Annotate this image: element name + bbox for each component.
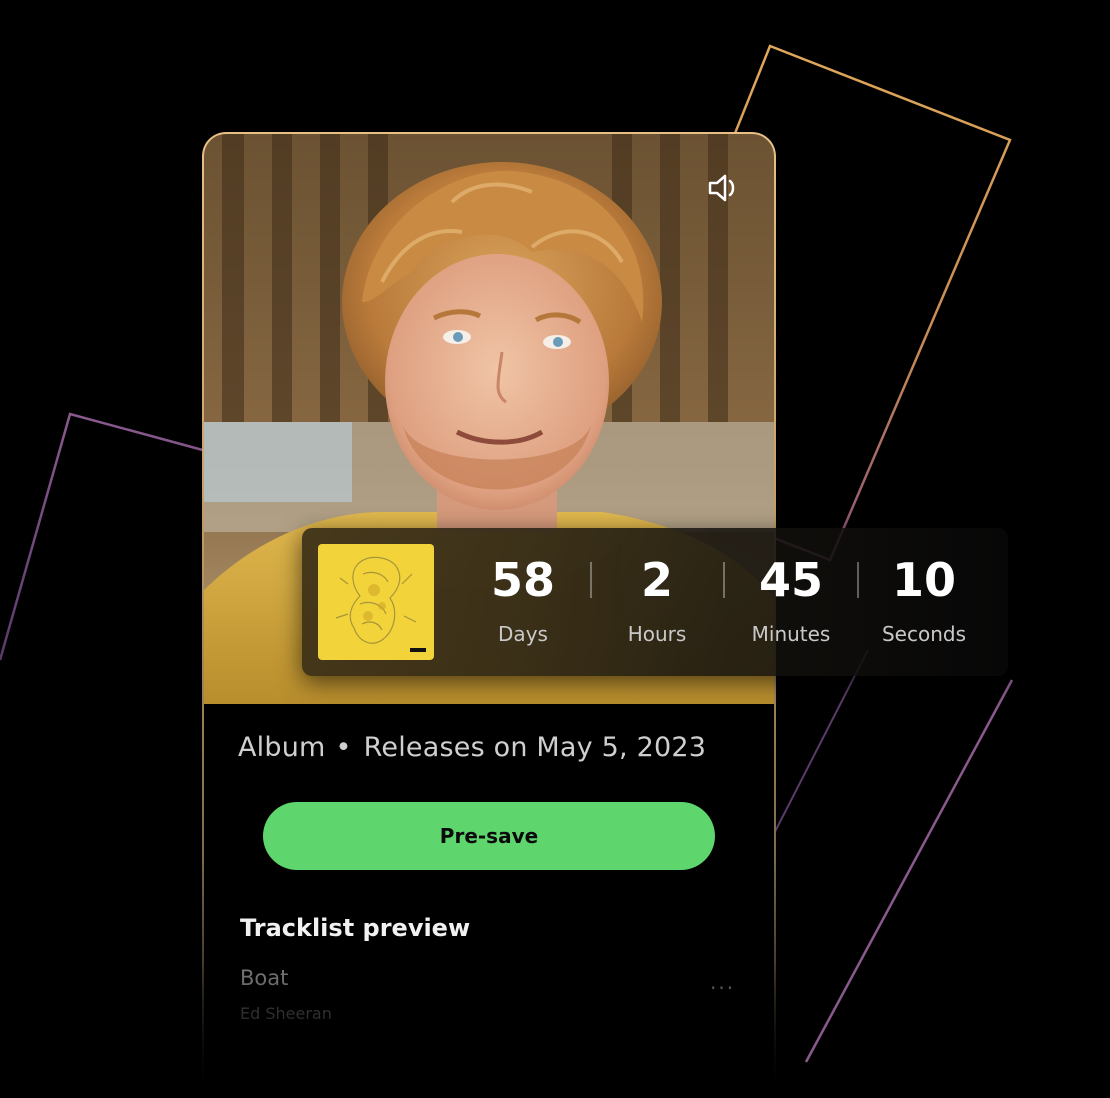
presave-button[interactable]: Pre-save (263, 802, 715, 870)
countdown-hours: 2 Hours (592, 552, 722, 646)
tracklist-heading: Tracklist preview (240, 914, 471, 942)
seconds-value: 10 (891, 553, 956, 607)
countdown-panel: 58 Days 2 Hours 45 Minutes 10 Seconds (302, 528, 1008, 676)
album-cover-image (318, 544, 434, 660)
countdown-divider (723, 562, 725, 598)
hours-value: 2 (640, 553, 673, 607)
album-type-label: Album (238, 732, 326, 763)
minutes-label: Minutes (751, 622, 831, 646)
promo-stage: Album • Releases on May 5, 2023 Pre-save T… (0, 0, 1110, 1098)
speaker-icon (708, 174, 735, 202)
countdown-days: 58 Days (458, 552, 588, 646)
minutes-value: 45 (758, 553, 823, 607)
track-artist: Ed Sheeran (240, 1004, 332, 1023)
hours-label: Hours (627, 622, 687, 646)
more-options-icon[interactable]: ··· (710, 976, 735, 1000)
days-label: Days (498, 622, 548, 646)
meta-separator: • (335, 732, 352, 763)
release-date-text: Releases on May 5, 2023 (363, 732, 707, 763)
track-row[interactable]: Boat Ed Sheeran ··· (240, 966, 750, 1026)
album-release-info: Album • Releases on May 5, 2023 (238, 732, 706, 763)
seconds-label: Seconds (881, 622, 967, 646)
countdown-seconds: 10 Seconds (859, 552, 989, 646)
track-title: Boat (240, 966, 289, 990)
sound-toggle-button[interactable] (704, 168, 744, 208)
album-cover-art (318, 544, 434, 660)
days-value: 58 (490, 553, 555, 607)
countdown-minutes: 45 Minutes (726, 552, 856, 646)
